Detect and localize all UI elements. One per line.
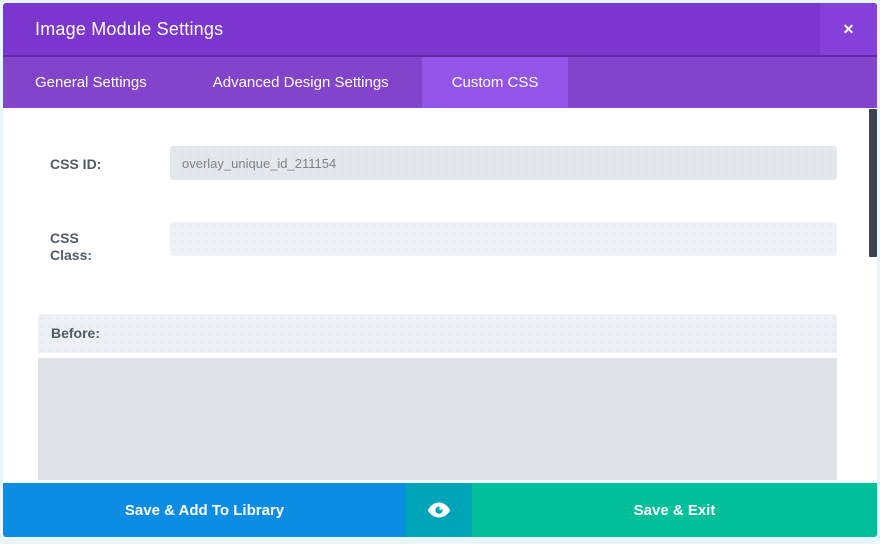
custom-css-panel: CSS ID: CSS Class: Before: — [3, 108, 877, 483]
save-add-to-library-button[interactable]: Save & Add To Library — [3, 483, 406, 537]
preview-button[interactable] — [406, 483, 472, 537]
tab-custom-css[interactable]: Custom CSS — [422, 57, 569, 108]
image-module-settings-modal: Image Module Settings ✕ General Settings… — [3, 3, 877, 537]
before-code-editor[interactable] — [38, 358, 837, 480]
close-icon[interactable]: ✕ — [820, 3, 877, 55]
css-class-label: CSS Class: — [50, 230, 108, 264]
modal-header: Image Module Settings ✕ — [3, 3, 877, 57]
css-id-input[interactable] — [170, 146, 837, 180]
settings-tab-bar: General Settings Advanced Design Setting… — [3, 57, 877, 108]
tab-general-settings[interactable]: General Settings — [3, 57, 180, 108]
modal-title: Image Module Settings — [3, 19, 223, 40]
eye-icon — [427, 501, 451, 519]
tab-advanced-design-settings[interactable]: Advanced Design Settings — [180, 57, 422, 108]
css-id-label: CSS ID: — [50, 156, 160, 173]
before-section-label: Before: — [38, 314, 837, 353]
modal-footer: Save & Add To Library Save & Exit — [3, 483, 877, 537]
css-class-input[interactable] — [170, 222, 837, 256]
save-and-exit-button[interactable]: Save & Exit — [472, 483, 877, 537]
vertical-scrollbar[interactable] — [869, 109, 877, 257]
